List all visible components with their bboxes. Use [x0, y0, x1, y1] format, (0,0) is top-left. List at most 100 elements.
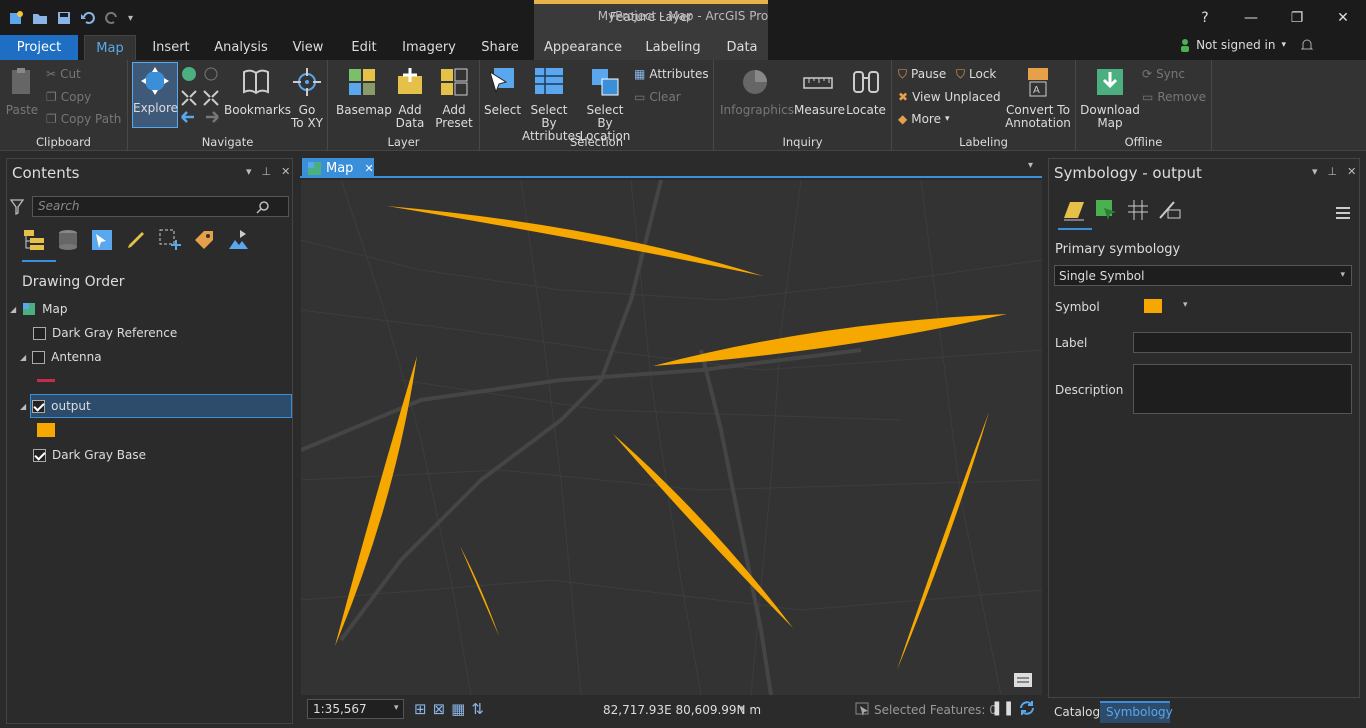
more-labeling-button[interactable]: ◆ More ▾: [898, 109, 950, 129]
bookmarks-button[interactable]: Bookmarks: [224, 66, 291, 117]
grid-icon[interactable]: ⊠: [433, 700, 446, 718]
collapse-icon[interactable]: ◢: [20, 402, 26, 411]
account-status[interactable]: Not signed in ▾: [1180, 38, 1314, 52]
add-preset-button[interactable]: Add Preset: [432, 66, 476, 130]
cut-button[interactable]: ✂ Cut: [46, 64, 81, 84]
minimize-button[interactable]: —: [1228, 0, 1274, 35]
notification-bell-icon[interactable]: [1300, 38, 1314, 52]
help-button[interactable]: ?: [1182, 0, 1228, 35]
list-by-labeling-icon[interactable]: [192, 228, 216, 252]
primary-symbology-icon[interactable]: [1062, 198, 1086, 222]
restore-button[interactable]: ❐: [1274, 0, 1320, 35]
refresh-icon[interactable]: [1018, 699, 1036, 717]
download-map-button[interactable]: Download Map: [1080, 66, 1140, 130]
lock-labeling-button[interactable]: ⛉ Lock: [956, 64, 996, 84]
map-tab-close-icon[interactable]: ✕: [364, 162, 373, 175]
pin-icon[interactable]: ⊥: [1328, 165, 1338, 178]
list-by-drawing-order-icon[interactable]: [22, 228, 46, 252]
explore-button[interactable]: Explore: [132, 62, 178, 128]
feature-blending-icon[interactable]: [1158, 198, 1182, 222]
tab-appearance[interactable]: Appearance: [540, 35, 626, 60]
layer-output[interactable]: ◢ output: [20, 396, 91, 416]
tab-project[interactable]: Project: [0, 35, 78, 60]
map-navigator-icon[interactable]: [1013, 670, 1033, 688]
undo-icon[interactable]: [80, 10, 96, 26]
layer-visibility-checkbox[interactable]: [32, 350, 46, 364]
output-feature[interactable]: [653, 314, 1007, 366]
customize-qat-icon[interactable]: ▾: [128, 13, 133, 24]
tab-catalog[interactable]: Catalog: [1054, 705, 1100, 719]
tab-symbology[interactable]: Symbology: [1106, 705, 1173, 719]
measure-button[interactable]: Measure: [794, 66, 845, 117]
hamburger-menu-icon[interactable]: [1336, 207, 1350, 219]
layer-antenna[interactable]: ◢ Antenna: [20, 347, 102, 367]
tab-labeling[interactable]: Labeling: [640, 35, 706, 60]
table-icon[interactable]: ▦: [451, 700, 465, 718]
convert-to-annotation-button[interactable]: A Convert To Annotation: [1004, 66, 1072, 130]
output-feature[interactable]: [613, 434, 793, 628]
output-feature[interactable]: [335, 356, 417, 646]
output-feature[interactable]: [387, 206, 763, 276]
close-button[interactable]: ✕: [1320, 0, 1366, 35]
copy-button[interactable]: ❐ Copy: [46, 87, 91, 107]
list-by-data-source-icon[interactable]: [56, 228, 80, 252]
attributes-button[interactable]: ▦ Attributes: [634, 64, 709, 84]
zoom-tools-icon[interactable]: [180, 65, 222, 123]
scale-dropdown-icon[interactable]: ▾: [394, 703, 399, 713]
output-feature[interactable]: [460, 546, 499, 636]
sync-button[interactable]: ⟳ Sync: [1142, 64, 1185, 84]
paste-button[interactable]: Paste: [4, 66, 40, 117]
goto-xy-button[interactable]: Go To XY: [288, 66, 326, 130]
remove-offline-button[interactable]: ▭ Remove: [1142, 87, 1206, 107]
pane-menu-icon[interactable]: ▾: [246, 165, 252, 178]
pane-close-icon[interactable]: ✕: [1347, 165, 1356, 178]
output-symbol-swatch[interactable]: [37, 423, 55, 437]
pane-close-icon[interactable]: ✕: [281, 165, 290, 178]
filter-icon[interactable]: [10, 199, 24, 215]
add-data-button[interactable]: Add Data: [390, 66, 430, 130]
list-by-editing-icon[interactable]: [124, 228, 148, 252]
list-by-selection-icon[interactable]: [90, 228, 114, 252]
tab-map[interactable]: Map: [84, 35, 136, 60]
tab-share[interactable]: Share: [474, 35, 526, 60]
coordinates-readout[interactable]: 82,717.93E 80,609.99N m: [603, 703, 761, 717]
locate-button[interactable]: Locate: [844, 66, 888, 117]
label-input[interactable]: [1133, 332, 1352, 353]
layer-dark-gray-reference[interactable]: Dark Gray Reference: [33, 323, 177, 343]
map-view[interactable]: [301, 180, 1042, 695]
list-by-snapping-icon[interactable]: [158, 228, 182, 252]
view-unplaced-button[interactable]: ✖ View Unplaced: [898, 87, 1001, 107]
coordinates-dropdown-icon[interactable]: ▾: [740, 704, 745, 714]
search-icon[interactable]: [256, 200, 270, 214]
infographics-button[interactable]: Infographics: [720, 66, 794, 117]
layer-dark-gray-base[interactable]: Dark Gray Base: [33, 445, 146, 465]
pause-drawing-icon[interactable]: ❚❚: [991, 700, 1014, 716]
output-feature[interactable]: [897, 412, 989, 670]
scale-selector[interactable]: 1:35,567: [307, 699, 404, 719]
tab-insert[interactable]: Insert: [146, 35, 196, 60]
new-project-icon[interactable]: [8, 10, 24, 26]
vary-symbology-icon[interactable]: [1094, 198, 1118, 222]
open-project-icon[interactable]: [32, 10, 48, 26]
pane-menu-icon[interactable]: ▾: [1312, 165, 1318, 178]
tab-imagery[interactable]: Imagery: [398, 35, 460, 60]
tab-edit[interactable]: Edit: [342, 35, 386, 60]
collapse-icon[interactable]: ◢: [10, 305, 16, 314]
symbol-layer-drawing-icon[interactable]: [1126, 198, 1150, 222]
description-input[interactable]: [1133, 364, 1352, 414]
tab-map-view[interactable]: Map ✕: [302, 158, 374, 178]
redo-icon[interactable]: [104, 10, 120, 26]
save-project-icon[interactable]: [56, 10, 72, 26]
tab-analysis[interactable]: Analysis: [208, 35, 274, 60]
antenna-symbol-swatch[interactable]: [37, 379, 55, 382]
select-by-location-button[interactable]: Select By Location: [578, 66, 632, 143]
layer-map[interactable]: ◢ Map: [10, 299, 67, 319]
pause-labeling-button[interactable]: ⛉ Pause: [898, 64, 946, 84]
list-by-perspective-imagery-icon[interactable]: [226, 228, 250, 252]
snapping-icon[interactable]: ⊞: [414, 700, 427, 718]
tab-view[interactable]: View: [286, 35, 330, 60]
layer-visibility-checkbox[interactable]: [32, 399, 46, 413]
layer-visibility-checkbox[interactable]: [33, 448, 46, 462]
symbol-dropdown-icon[interactable]: ▾: [1183, 300, 1188, 310]
map-tab-menu-icon[interactable]: ▾: [1028, 160, 1033, 171]
